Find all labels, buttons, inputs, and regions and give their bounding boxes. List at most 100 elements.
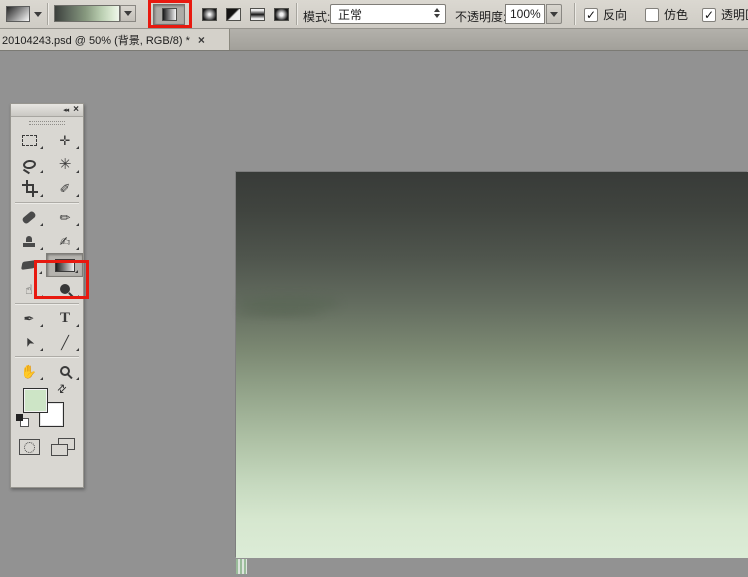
magic-wand-tool[interactable]: ✳ xyxy=(47,152,83,176)
clone-stamp-icon xyxy=(23,243,35,247)
default-colors-icon[interactable] xyxy=(16,414,29,427)
linear-gradient-button[interactable] xyxy=(153,4,185,25)
eraser-tool[interactable] xyxy=(11,253,46,277)
dropdown-arrow-icon xyxy=(34,12,42,17)
path-selection-tool[interactable]: ➤ xyxy=(11,330,47,354)
pen-icon: ✒ xyxy=(24,312,35,325)
crop-icon xyxy=(23,182,36,195)
palette-grip[interactable] xyxy=(29,121,65,125)
document-tab[interactable]: 20104243.psd @ 50% (背景, RGB/8) * × xyxy=(0,29,230,50)
mode-select[interactable]: 正常 xyxy=(330,4,446,24)
opacity-input[interactable]: 100% xyxy=(505,4,545,24)
gradient-options-bar: 模式: 正常 不透明度: 100% ✓ 反向 仿色 ✓ 透明区域 xyxy=(0,0,748,29)
magic-wand-icon: ✳ xyxy=(59,157,72,172)
linear-gradient-icon xyxy=(162,8,177,21)
mode-label: 模式: xyxy=(303,8,330,25)
brush-tool[interactable]: ✏ xyxy=(47,205,83,229)
radial-gradient-button[interactable] xyxy=(199,4,219,25)
type-tool[interactable]: T xyxy=(47,306,83,330)
path-selection-icon: ➤ xyxy=(21,335,36,349)
gradient-tool[interactable] xyxy=(46,253,83,277)
opacity-label: 不透明度: xyxy=(455,8,506,25)
clone-stamp-tool[interactable] xyxy=(11,229,47,253)
hand-tool[interactable]: ✋ xyxy=(11,359,47,383)
document-tab-title: 20104243.psd @ 50% (背景, RGB/8) * xyxy=(2,32,190,48)
brush-icon: ✏ xyxy=(60,211,71,224)
lasso-icon xyxy=(22,159,36,170)
diamond-gradient-button[interactable] xyxy=(271,4,291,25)
angle-gradient-icon xyxy=(226,8,241,21)
opacity-slider-dropdown-button[interactable] xyxy=(546,4,562,24)
type-icon: T xyxy=(60,311,70,326)
tab-close-icon[interactable]: × xyxy=(198,33,205,47)
tools-palette: ◂◂ × ✛ ✳ ✐ ✏ ✍ ☝ xyxy=(10,103,84,488)
transparency-checkbox[interactable]: ✓ 透明区域 xyxy=(702,6,748,23)
smudge-tool[interactable]: ☝ xyxy=(11,277,47,301)
smudge-icon: ☝ xyxy=(25,283,33,296)
transparency-label: 透明区域 xyxy=(721,6,748,23)
spot-healing-brush-tool[interactable] xyxy=(11,205,47,229)
line-tool[interactable]: ╱ xyxy=(47,330,83,354)
gradient-picker-dropdown-button[interactable] xyxy=(120,5,136,22)
gradient-editor-preview[interactable] xyxy=(54,5,120,22)
divider xyxy=(15,202,79,203)
rectangular-marquee-tool[interactable] xyxy=(11,128,47,152)
palette-bottom-row xyxy=(11,435,83,461)
color-swatches-area: ⇄ xyxy=(11,383,83,435)
line-icon: ╱ xyxy=(61,336,69,349)
separator xyxy=(296,3,297,25)
dodge-icon xyxy=(60,284,70,294)
gradient-tool-icon xyxy=(55,259,75,272)
eyedropper-tool[interactable]: ✐ xyxy=(47,176,83,200)
tool-preset-picker[interactable] xyxy=(6,5,46,23)
reverse-label: 反向 xyxy=(603,6,627,23)
close-panel-icon[interactable]: × xyxy=(73,105,79,115)
divider xyxy=(15,356,79,357)
stepper-arrows-icon xyxy=(434,8,440,18)
dither-checkbox[interactable]: 仿色 xyxy=(645,6,688,23)
swap-colors-icon[interactable]: ⇄ xyxy=(55,382,69,396)
canvas[interactable] xyxy=(236,172,748,558)
photoshop-window: 模式: 正常 不透明度: 100% ✓ 反向 仿色 ✓ 透明区域 xyxy=(0,0,748,577)
dropdown-arrow-icon xyxy=(124,11,132,16)
pen-tool[interactable]: ✒ xyxy=(11,306,47,330)
reflected-gradient-button[interactable] xyxy=(247,4,267,25)
lasso-tool[interactable] xyxy=(11,152,47,176)
checkbox-box xyxy=(645,8,659,22)
reflected-gradient-icon xyxy=(250,8,265,21)
separator xyxy=(47,3,48,25)
canvas-edge-artifact xyxy=(236,559,247,574)
move-tool[interactable]: ✛ xyxy=(47,128,83,152)
collapse-panel-icon[interactable]: ◂◂ xyxy=(63,106,68,114)
crop-tool[interactable] xyxy=(11,176,47,200)
divider xyxy=(15,303,79,304)
document-tab-bar: 20104243.psd @ 50% (背景, RGB/8) * × xyxy=(0,29,748,51)
zoom-icon xyxy=(60,366,70,376)
quick-mask-mode-button[interactable] xyxy=(19,439,40,455)
separator xyxy=(574,3,575,25)
radial-gradient-icon xyxy=(202,8,217,21)
history-brush-icon: ✍ xyxy=(60,235,71,248)
move-icon: ✛ xyxy=(60,134,71,147)
blurred-artifact xyxy=(236,310,322,317)
checkbox-box: ✓ xyxy=(584,8,598,22)
mode-value: 正常 xyxy=(338,6,362,23)
opacity-value: 100% xyxy=(510,7,541,21)
checkbox-box: ✓ xyxy=(702,8,716,22)
dither-label: 仿色 xyxy=(664,6,688,23)
hand-icon: ✋ xyxy=(21,365,37,378)
healing-brush-icon xyxy=(21,210,36,224)
eraser-icon xyxy=(21,260,36,270)
dropdown-arrow-icon xyxy=(550,12,558,17)
diamond-gradient-icon xyxy=(274,8,289,21)
history-brush-tool[interactable]: ✍ xyxy=(47,229,83,253)
palette-title-bar[interactable]: ◂◂ × xyxy=(11,104,83,117)
dodge-tool[interactable] xyxy=(47,277,83,301)
screen-mode-button[interactable] xyxy=(51,438,75,456)
gradient-preset-thumbnail-icon xyxy=(6,6,30,22)
eyedropper-icon: ✐ xyxy=(60,182,71,195)
reverse-checkbox[interactable]: ✓ 反向 xyxy=(584,6,627,23)
angle-gradient-button[interactable] xyxy=(223,4,243,25)
zoom-tool[interactable] xyxy=(47,359,83,383)
foreground-color-swatch[interactable] xyxy=(23,388,48,413)
